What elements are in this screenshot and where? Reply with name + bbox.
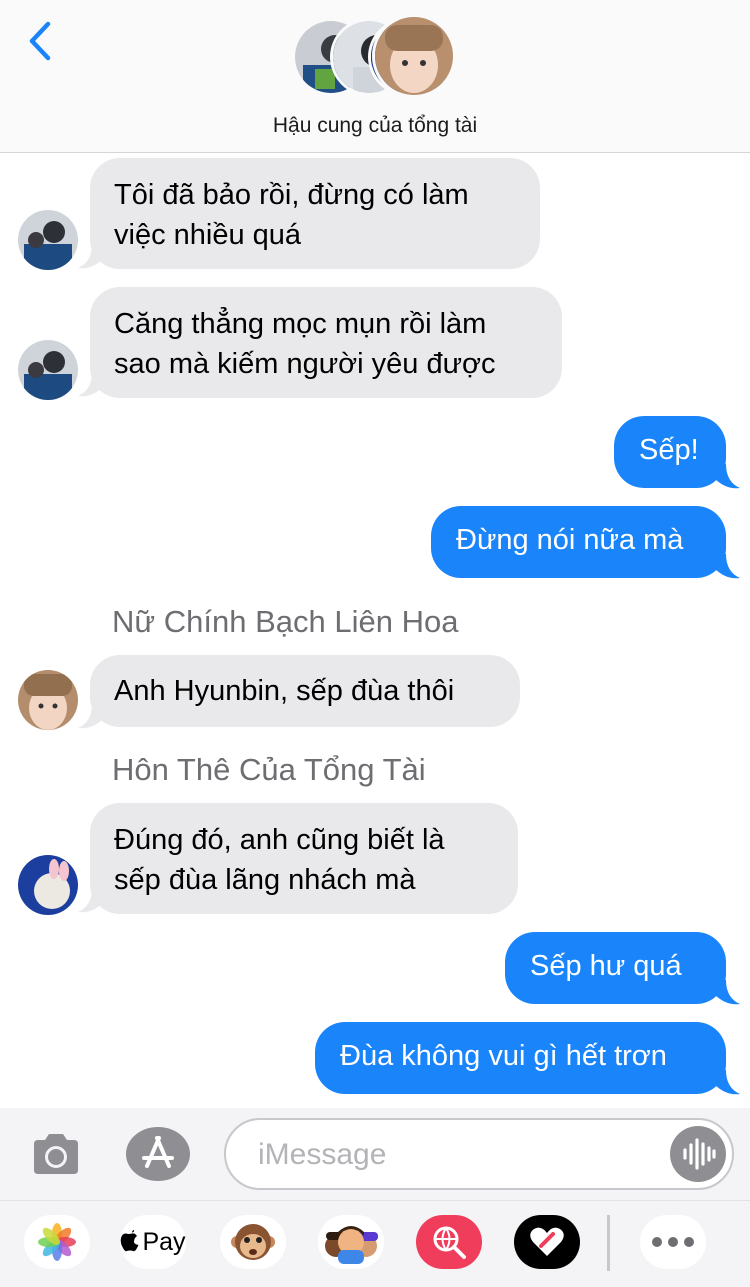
apple-pay-button[interactable]: Pay bbox=[120, 1215, 186, 1269]
sender-name: Nữ Chính Bạch Liên Hoa bbox=[112, 604, 459, 639]
bubble-tail bbox=[714, 464, 740, 489]
message-bubble-incoming[interactable]: Căng thẳng mọc mụn rồi làm sao mà kiếm n… bbox=[90, 287, 562, 398]
monkey-animoji-icon bbox=[231, 1224, 275, 1260]
camera-button[interactable] bbox=[30, 1132, 82, 1176]
message-text-line: sếp đùa lãng nhách mà bbox=[114, 864, 416, 896]
web-search-app-button[interactable] bbox=[416, 1215, 482, 1269]
app-store-button[interactable] bbox=[126, 1126, 190, 1182]
bubble-tail bbox=[714, 554, 740, 579]
message-text-line: Sếp! bbox=[639, 434, 699, 466]
memoji-icon bbox=[325, 1226, 378, 1264]
message-bubble-incoming[interactable]: Tôi đã bảo rồi, đừng có làm việc nhiều q… bbox=[90, 158, 540, 269]
apple-pay-label: Pay bbox=[142, 1227, 186, 1256]
message-bubble-outgoing[interactable]: Đừng nói nữa mà bbox=[431, 506, 726, 578]
web-search-icon bbox=[433, 1226, 466, 1259]
message-text-line: việc nhiều quá bbox=[114, 219, 302, 251]
message-text-line: Căng thẳng mọc mụn rồi làm bbox=[114, 308, 487, 340]
sender-avatar[interactable] bbox=[18, 670, 78, 730]
message-text-line: Tôi đã bảo rồi, đừng có làm bbox=[114, 179, 469, 211]
animoji-app-button[interactable] bbox=[220, 1215, 286, 1269]
compose-bar bbox=[0, 1108, 750, 1200]
more-apps-button[interactable] bbox=[640, 1215, 706, 1269]
sender-avatar[interactable] bbox=[18, 855, 78, 915]
app-drawer: Pay bbox=[0, 1200, 750, 1287]
camera-icon bbox=[34, 1134, 78, 1174]
back-button[interactable] bbox=[22, 20, 62, 64]
group-name[interactable]: Hậu cung của tổng tài bbox=[0, 114, 750, 138]
memoji-app-button[interactable] bbox=[318, 1215, 384, 1269]
waveform-icon bbox=[683, 1138, 716, 1170]
message-text-line: Anh Hyunbin, sếp đùa thôi bbox=[114, 675, 455, 707]
message-text-line: Đùa không vui gì hết trơn bbox=[340, 1040, 667, 1072]
message-bubble-incoming[interactable]: Anh Hyunbin, sếp đùa thôi bbox=[90, 655, 520, 727]
message-text-line: Sếp hư quá bbox=[530, 950, 682, 982]
sender-avatar[interactable] bbox=[18, 210, 78, 270]
message-bubble-outgoing[interactable]: Sếp hư quá bbox=[505, 932, 726, 1004]
photos-app-button[interactable] bbox=[24, 1215, 90, 1269]
digital-touch-app-button[interactable] bbox=[514, 1215, 580, 1269]
message-bubble-outgoing[interactable]: Đùa không vui gì hết trơn bbox=[315, 1022, 726, 1094]
message-input[interactable] bbox=[256, 1132, 660, 1178]
drawer-divider bbox=[607, 1215, 610, 1271]
message-text-line: Đúng đó, anh cũng biết là bbox=[114, 824, 445, 856]
photos-icon bbox=[38, 1223, 76, 1261]
bubble-tail bbox=[714, 1070, 740, 1095]
message-field[interactable] bbox=[224, 1118, 734, 1190]
digital-touch-icon bbox=[530, 1227, 564, 1256]
bubble-tail bbox=[714, 980, 740, 1005]
group-avatar-stack[interactable] bbox=[292, 14, 462, 100]
chevron-left-icon bbox=[29, 21, 51, 61]
conversation-header: Hậu cung của tổng tài bbox=[0, 0, 750, 153]
apple-logo-icon bbox=[121, 1230, 139, 1252]
message-text-line: sao mà kiếm người yêu được bbox=[114, 348, 496, 380]
audio-message-button[interactable] bbox=[670, 1126, 726, 1182]
message-bubble-incoming[interactable]: Đúng đó, anh cũng biết là sếp đùa lãng n… bbox=[90, 803, 518, 914]
more-icon bbox=[652, 1237, 694, 1247]
member-avatar bbox=[372, 14, 456, 98]
message-bubble-outgoing[interactable]: Sếp! bbox=[614, 416, 726, 488]
sender-avatar[interactable] bbox=[18, 340, 78, 400]
message-text-line: Đừng nói nữa mà bbox=[456, 524, 684, 556]
sender-name: Hôn Thê Của Tổng Tài bbox=[112, 752, 426, 787]
app-store-icon bbox=[126, 1127, 190, 1181]
